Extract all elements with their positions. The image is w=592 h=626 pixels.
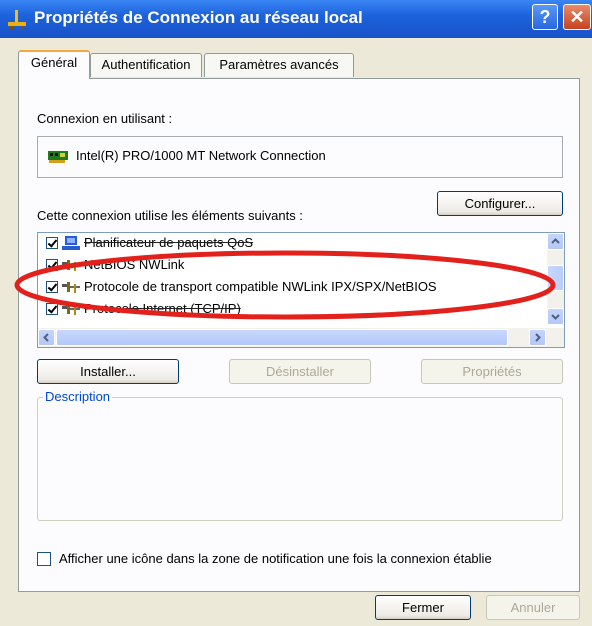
tab-authentication[interactable]: Authentification (90, 53, 202, 77)
list-item-qos[interactable]: Planificateur de paquets QoS (38, 233, 528, 255)
components-list[interactable]: Planificateur de paquets QoS NetBIOS NWL… (37, 232, 565, 348)
close-icon: ✕ (569, 7, 585, 27)
install-button[interactable]: Installer... (37, 359, 179, 384)
horizontal-scroll-thumb[interactable] (56, 329, 508, 346)
item-label: Protocole Internet (TCP/IP) (84, 301, 241, 316)
tab-general[interactable]: Général (18, 50, 90, 79)
protocol-icon (62, 304, 80, 315)
horizontal-scrollbar[interactable] (38, 328, 564, 347)
tab-advanced-settings[interactable]: Paramètres avancés (204, 53, 354, 77)
notify-checkbox-label: Afficher une icône dans la zone de notif… (59, 551, 492, 566)
close-window-button[interactable]: ✕ (563, 4, 591, 30)
properties-button[interactable]: Propriétés (421, 359, 563, 384)
adapter-name: Intel(R) PRO/1000 MT Network Connection (76, 148, 326, 163)
connect-using-label: Connexion en utilisant : (37, 111, 173, 126)
protocol-icon (62, 282, 80, 293)
network-connection-icon (8, 10, 26, 29)
list-item-ipx-spx[interactable]: Protocole de transport compatible NWLink… (38, 277, 528, 299)
network-adapter-icon (48, 151, 68, 163)
vertical-scrollbar[interactable] (547, 233, 564, 325)
title-bar: Propriétés de Connexion au réseau local … (0, 0, 592, 38)
window-title: Propriétés de Connexion au réseau local (34, 8, 363, 27)
list-item-netbios[interactable]: NetBIOS NWLink (38, 255, 528, 277)
item-label: NetBIOS NWLink (84, 257, 185, 272)
close-button[interactable]: Fermer (375, 595, 471, 620)
chevron-left-icon (43, 333, 49, 342)
item-checkbox[interactable] (46, 237, 58, 249)
description-groupbox (37, 397, 563, 521)
scroll-right-button[interactable] (529, 329, 546, 346)
adapter-box: Intel(R) PRO/1000 MT Network Connection (37, 136, 563, 178)
cancel-button[interactable]: Annuler (486, 595, 580, 620)
components-label: Cette connexion utilise les éléments sui… (37, 208, 303, 223)
item-checkbox[interactable] (46, 303, 58, 315)
chevron-right-icon (535, 333, 541, 342)
scroll-up-button[interactable] (547, 233, 564, 250)
chevron-down-icon (551, 314, 560, 320)
help-button[interactable]: ? (532, 4, 558, 30)
uninstall-button[interactable]: Désinstaller (229, 359, 371, 384)
notify-checkbox[interactable] (37, 552, 51, 566)
item-checkbox[interactable] (46, 259, 58, 271)
item-label: Protocole de transport compatible NWLink… (84, 279, 437, 294)
scheduler-icon (62, 236, 80, 250)
scroll-down-button[interactable] (547, 308, 564, 325)
dialog-body: Général Authentification Paramètres avan… (0, 38, 592, 626)
item-label: Planificateur de paquets QoS (84, 235, 254, 250)
general-tab-panel: Connexion en utilisant : Intel(R) PRO/10… (18, 78, 580, 592)
vertical-scroll-thumb[interactable] (547, 265, 564, 291)
help-icon: ? (539, 7, 551, 27)
scroll-left-button[interactable] (38, 329, 55, 346)
configure-button[interactable]: Configurer... (437, 191, 563, 216)
protocol-icon (62, 260, 80, 271)
list-item-tcpip[interactable]: Protocole Internet (TCP/IP) (38, 299, 528, 321)
chevron-up-icon (551, 238, 560, 244)
item-checkbox[interactable] (46, 281, 58, 293)
description-label: Description (43, 389, 113, 404)
